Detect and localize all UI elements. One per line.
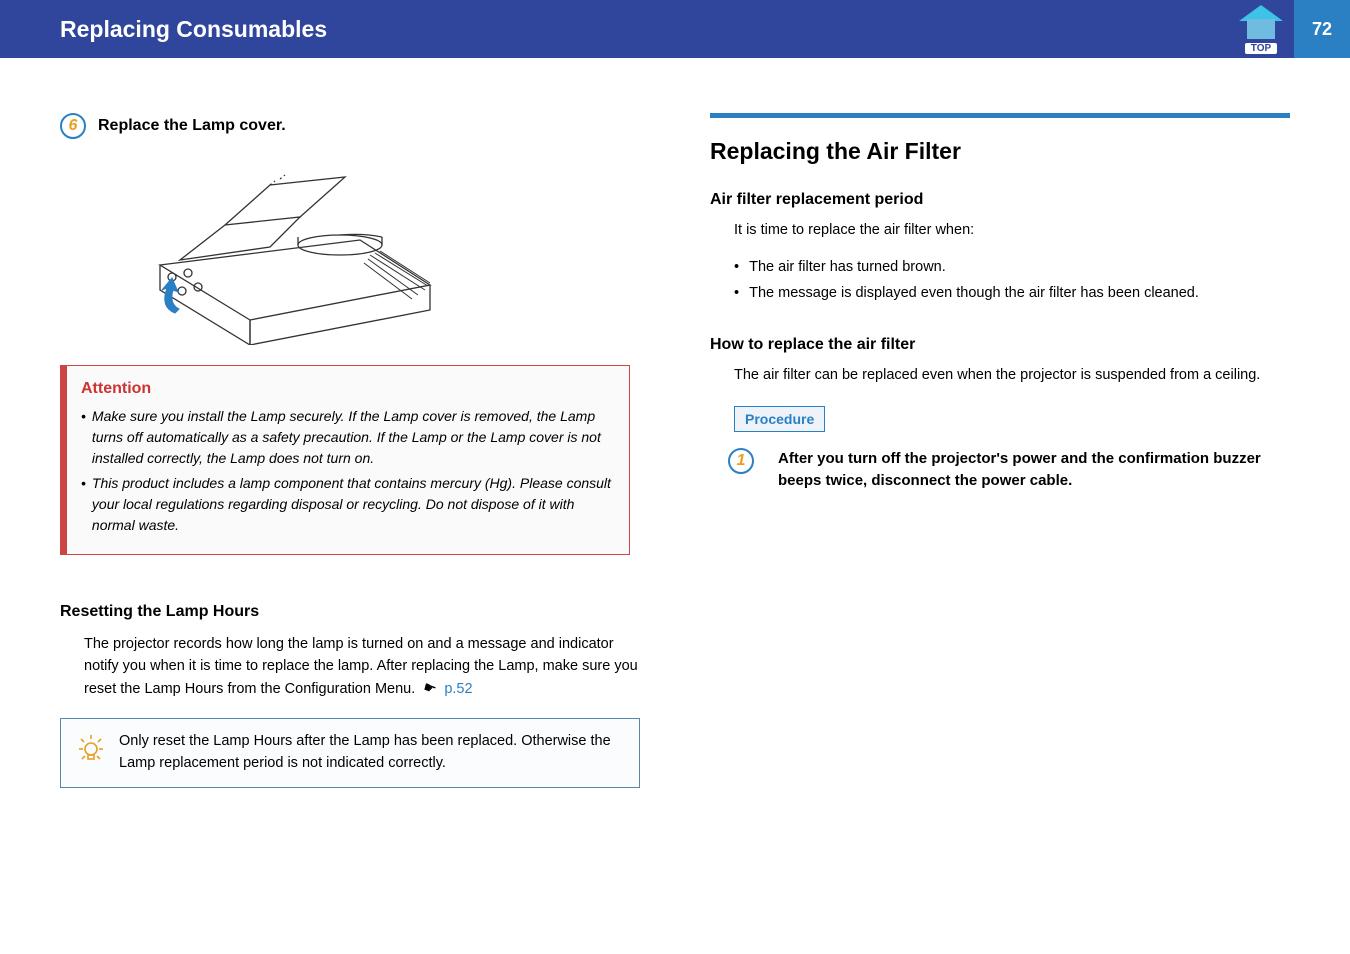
air-filter-period-heading: Air filter replacement period	[710, 191, 1290, 209]
right-column: Replacing the Air Filter Air filter repl…	[710, 113, 1290, 788]
air-filter-bullets: • The air filter has turned brown. • The…	[734, 254, 1290, 306]
attention-list: •Make sure you install the Lamp securely…	[81, 406, 611, 536]
reset-body-text: The projector records how long the lamp …	[84, 636, 638, 697]
attention-box: Attention •Make sure you install the Lam…	[60, 365, 630, 555]
pointer-icon: ☛	[420, 676, 440, 702]
step-1-row: 1 After you turn off the projector's pow…	[728, 448, 1290, 493]
step-number-6: 6	[60, 113, 86, 139]
home-icon	[1240, 5, 1282, 41]
step-number-1: 1	[728, 448, 754, 474]
attention-item: •This product includes a lamp component …	[81, 473, 611, 536]
bullet-text: The air filter has turned brown.	[749, 254, 946, 280]
top-nav-button[interactable]: TOP	[1240, 5, 1282, 54]
section-title: Replacing the Air Filter	[710, 138, 1290, 165]
list-item: • The message is displayed even though t…	[734, 280, 1290, 306]
page-header: Replacing Consumables TOP 72	[0, 0, 1350, 58]
page-link[interactable]: p.52	[444, 681, 472, 697]
step-6-row: 6 Replace the Lamp cover.	[60, 113, 640, 139]
how-to-replace-heading: How to replace the air filter	[710, 336, 1290, 354]
procedure-badge: Procedure	[734, 406, 825, 432]
list-item: • The air filter has turned brown.	[734, 254, 1290, 280]
top-label: TOP	[1245, 43, 1277, 54]
how-to-replace-body: The air filter can be replaced even when…	[734, 364, 1290, 387]
reset-heading: Resetting the Lamp Hours	[60, 603, 640, 621]
lamp-cover-illustration	[120, 145, 460, 345]
section-divider	[710, 113, 1290, 118]
tip-box: Only reset the Lamp Hours after the Lamp…	[60, 718, 640, 788]
attention-title: Attention	[81, 380, 611, 398]
reset-body: The projector records how long the lamp …	[84, 633, 640, 700]
bullet-text: The message is displayed even though the…	[749, 280, 1199, 306]
header-title: Replacing Consumables	[60, 16, 327, 43]
step-1-text: After you turn off the projector's power…	[778, 448, 1290, 493]
left-column: 6 Replace the Lamp cover.	[60, 113, 640, 788]
attention-item: •Make sure you install the Lamp securely…	[81, 406, 611, 469]
content-area: 6 Replace the Lamp cover.	[0, 58, 1350, 788]
air-filter-period-body: It is time to replace the air filter whe…	[734, 219, 1290, 242]
attention-item-text: This product includes a lamp component t…	[92, 473, 611, 536]
tip-text: Only reset the Lamp Hours after the Lamp…	[119, 731, 623, 775]
lightbulb-icon	[77, 733, 105, 770]
attention-item-text: Make sure you install the Lamp securely.…	[92, 406, 611, 469]
step-6-text: Replace the Lamp cover.	[98, 117, 286, 135]
page-number: 72	[1294, 0, 1350, 58]
header-right: TOP 72	[1240, 0, 1350, 58]
